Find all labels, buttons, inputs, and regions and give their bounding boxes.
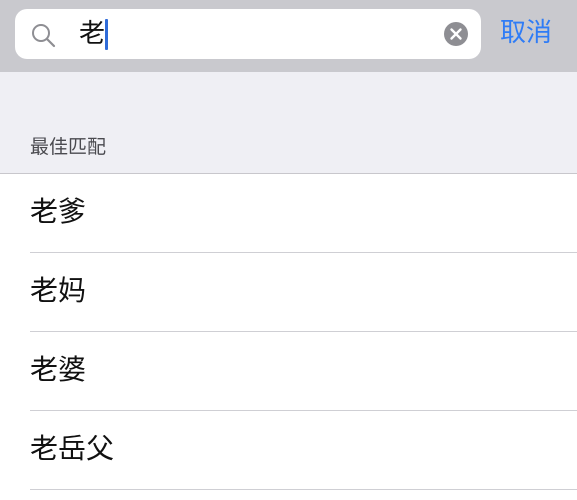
result-label: 老妈: [30, 274, 87, 307]
search-input[interactable]: 老: [79, 17, 105, 51]
clear-icon[interactable]: [443, 21, 469, 47]
result-label: 老爹: [30, 195, 87, 228]
cancel-button[interactable]: 取消: [500, 13, 552, 53]
search-icon: [32, 24, 56, 48]
result-label: 老岳父: [30, 432, 115, 465]
text-caret: [105, 19, 108, 50]
search-bar: 老 取消: [0, 0, 577, 72]
result-row-4[interactable]: 老岳父: [0, 411, 577, 490]
search-screen: 老 取消 最佳匹配 老爹 老妈 老婆 老岳父: [0, 0, 577, 500]
row-divider: [30, 489, 577, 490]
search-field[interactable]: 老: [15, 9, 481, 59]
result-row-1[interactable]: 老爹: [0, 174, 577, 253]
result-row-2[interactable]: 老妈: [0, 253, 577, 332]
section-header: 最佳匹配: [30, 136, 107, 158]
result-label: 老婆: [30, 353, 87, 386]
result-row-3[interactable]: 老婆: [0, 332, 577, 411]
